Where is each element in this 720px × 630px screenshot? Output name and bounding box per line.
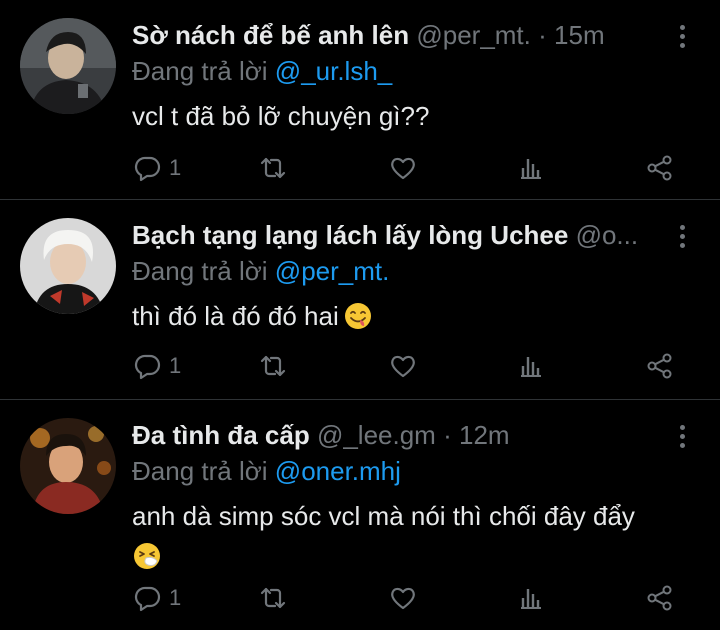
retweet-icon [258,583,288,613]
views-icon [516,351,546,381]
tweet-header: Sờ nách để bế anh lên @per_mt. · 15m [132,18,662,52]
views-icon [516,583,546,613]
views-icon [516,153,546,183]
replying-to: Đang trả lời @per_mt. [132,254,389,288]
reply-icon [133,583,163,613]
reply-button[interactable]: 1 [133,148,181,188]
face-savoring-food-emoji [343,301,373,331]
replying-to-mention[interactable]: @oner.mhj [275,456,401,486]
views-button[interactable] [516,346,546,386]
tweet-header: Bạch tạng lạng lách lấy lòng Uchee @o... [132,218,662,252]
replying-to-label: Đang trả lời [132,56,268,86]
reply-button[interactable]: 1 [133,578,181,618]
reply-count: 1 [169,585,182,610]
like-button[interactable] [388,148,418,188]
action-bar: 1 [0,578,720,618]
replying-to-mention[interactable]: @_ur.lsh_ [275,56,392,86]
tweet-text: anh dà simp sóc vcl mà nói thì chối đây … [132,496,702,576]
more-options-icon[interactable] [672,422,692,450]
user-handle[interactable]: @_lee.gm [317,420,436,450]
timestamp[interactable]: 12m [459,420,510,450]
like-button[interactable] [388,578,418,618]
tweet-text-content: vcl t đã bỏ lỡ chuyện gì?? [132,101,430,131]
share-icon [645,351,675,381]
display-name[interactable]: Sờ nách để bế anh lên [132,20,409,50]
tweet-text: vcl t đã bỏ lỡ chuyện gì?? [132,96,702,136]
display-name[interactable]: Đa tình đa cấp [132,420,310,450]
share-button[interactable] [645,148,675,188]
replying-to-mention[interactable]: @per_mt. [275,256,390,286]
tweet-text: thì đó là đó đó hai [132,296,702,336]
tweet-text-content: anh dà simp sóc vcl mà nói thì chối đây … [132,501,635,531]
reply-feed: Sờ nách để bế anh lên @per_mt. · 15m Đan… [0,0,720,630]
action-bar: 1 [0,346,720,386]
share-button[interactable] [645,346,675,386]
display-name[interactable]: Bạch tạng lạng lách lấy lòng Uchee [132,220,568,250]
replying-to-label: Đang trả lời [132,256,268,286]
reply-icon [133,351,163,381]
tweet[interactable]: Sờ nách để bế anh lên @per_mt. · 15m Đan… [0,0,720,210]
reply-count: 1 [169,155,182,180]
separator-dot: · [538,20,547,50]
retweet-button[interactable] [258,346,288,386]
replying-to: Đang trả lời @oner.mhj [132,454,401,488]
action-bar: 1 [0,148,720,188]
retweet-button[interactable] [258,578,288,618]
user-handle[interactable]: @o... [576,220,639,250]
like-icon [388,351,418,381]
share-icon [645,583,675,613]
like-icon [388,153,418,183]
reply-icon [133,153,163,183]
more-options-icon[interactable] [672,22,692,50]
avatar[interactable] [20,218,116,314]
separator-dot: · [443,420,452,450]
like-icon [388,583,418,613]
avatar[interactable] [20,18,116,114]
share-icon [645,153,675,183]
retweet-icon [258,153,288,183]
reply-count: 1 [169,353,182,378]
views-button[interactable] [516,148,546,188]
retweet-button[interactable] [258,148,288,188]
share-button[interactable] [645,578,675,618]
views-button[interactable] [516,578,546,618]
tweet-header: Đa tình đa cấp @_lee.gm · 12m [132,418,662,452]
replying-to-label: Đang trả lời [132,456,268,486]
reply-button[interactable]: 1 [133,346,181,386]
retweet-icon [258,351,288,381]
tweet-text-content: thì đó là đó đó hai [132,301,339,331]
avatar[interactable] [20,418,116,514]
user-handle[interactable]: @per_mt. [416,20,531,50]
tweet[interactable]: Bạch tạng lạng lách lấy lòng Uchee @o...… [0,200,720,410]
sneezing-face-emoji [132,541,162,571]
more-options-icon[interactable] [672,222,692,250]
timestamp[interactable]: 15m [554,20,605,50]
tweet[interactable]: Đa tình đa cấp @_lee.gm · 12m Đang trả l… [0,400,720,612]
replying-to: Đang trả lời @_ur.lsh_ [132,54,392,88]
like-button[interactable] [388,346,418,386]
